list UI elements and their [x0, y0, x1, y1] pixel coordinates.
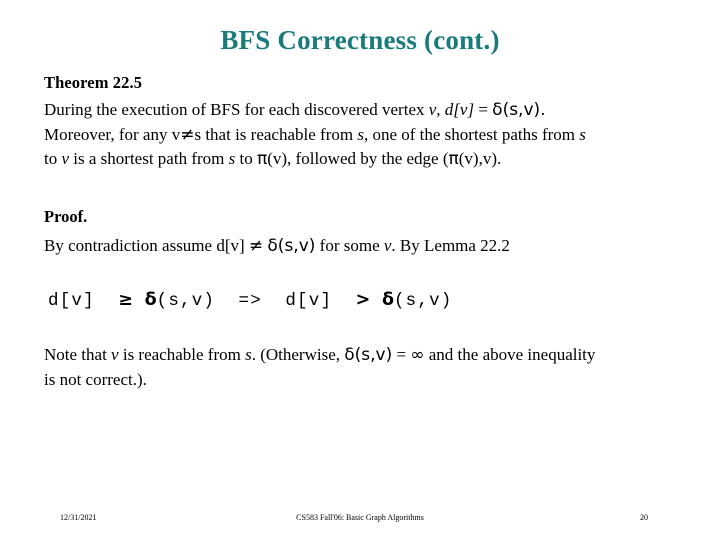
proof-assumption-line: By contradiction assume d[v] ≠ δ(s,v) fo… — [44, 234, 692, 259]
spacer-after-formula — [44, 313, 692, 343]
note-text-c: . (Otherwise, — [251, 345, 345, 364]
slide-canvas: BFS Correctness (cont.) Theorem 22.5 Dur… — [0, 0, 720, 540]
slide-body: Theorem 22.5 During the execution of BFS… — [44, 72, 692, 391]
formula-part-5: (s,v) — [393, 291, 453, 311]
note-text-a: Note that — [44, 345, 112, 364]
theorem-line3-text-e: (v),v). — [458, 149, 502, 168]
proof-heading: Proof. — [44, 206, 88, 226]
theorem-line1-dv: d[v] — [444, 100, 475, 119]
proof-delta-expr: δ(s,v) — [267, 235, 316, 256]
footer-page-number: 20 — [640, 513, 648, 522]
formula-part-2 — [133, 291, 145, 311]
note-source-s: s — [245, 345, 252, 364]
footer-course-label: CS583 Fall'06: Basic Graph Algorithms — [296, 513, 424, 522]
proof-text-d: . By Lemma 22.2 — [391, 235, 510, 255]
note-text-b: is reachable from — [118, 345, 246, 364]
theorem-line1-delta-expr: δ(s,v). — [492, 100, 546, 120]
page-title: BFS Correctness (cont.) — [220, 25, 500, 55]
slide-footer: 12/31/2021 CS583 Fall'06: Basic Graph Al… — [0, 512, 720, 528]
formula-part-1: d[v] — [48, 291, 119, 311]
note-line2: is not correct.). — [44, 369, 147, 389]
proof-text-c: for some — [315, 235, 384, 255]
theorem-line3-text-c: to — [235, 149, 257, 168]
delta-symbol-icon: δ — [144, 290, 157, 310]
theorem-line1-text-a: During the execution of BFS for each dis… — [44, 100, 429, 119]
pi-symbol-icon-2: π — [448, 149, 459, 169]
theorem-line1-text-b: , — [436, 100, 445, 119]
theorem-heading: Theorem 22.5 — [44, 73, 143, 92]
theorem-line2-source-s2: s — [579, 124, 586, 144]
spacer-before-formula — [44, 258, 692, 288]
theorem-line2-source-s: s — [357, 124, 364, 144]
theorem-line3-vertex-v: v — [61, 149, 70, 168]
theorem-line2-text-a: Moreover, for any v — [44, 124, 181, 144]
theorem-line3-text-a: to — [44, 149, 62, 168]
formula-part-3: (s,v) => d[v] — [156, 291, 356, 311]
delta-symbol-icon-2: δ — [381, 290, 394, 310]
formula-part-4 — [370, 291, 382, 311]
not-equal-icon: ≠ — [180, 124, 195, 145]
proof-note: Note that v is reachable from s. (Otherw… — [44, 343, 692, 391]
theorem-line3-text-d: (v), followed by the edge ( — [267, 149, 449, 168]
proof-formula: d[v] ≥ δ(s,v) => d[v] > δ(s,v) — [44, 288, 692, 313]
note-delta-expr: δ(s,v) — [344, 345, 393, 365]
proof-text-a: By contradiction assume d[v] — [44, 235, 249, 255]
theorem-line3-text-b: is a shortest path from — [69, 149, 229, 168]
theorem-line1-equals: = — [474, 100, 493, 119]
note-vertex-v: v — [111, 345, 119, 364]
not-equal-icon-2: ≠ — [248, 235, 264, 256]
greater-than-icon: > — [355, 290, 371, 310]
theorem-line2-text-b: s that is reachable from — [194, 124, 358, 144]
infinity-icon: ∞ — [410, 345, 425, 365]
spacer-after-theorem — [44, 172, 692, 206]
note-text-e: and the above inequality — [424, 345, 596, 364]
theorem-line2-text-c: , one of the shortest paths from — [363, 124, 580, 144]
greater-equal-icon: ≥ — [118, 290, 133, 310]
note-text-d: = — [392, 345, 411, 364]
pi-symbol-icon: π — [256, 149, 268, 169]
theorem-statement: During the execution of BFS for each dis… — [44, 98, 692, 172]
